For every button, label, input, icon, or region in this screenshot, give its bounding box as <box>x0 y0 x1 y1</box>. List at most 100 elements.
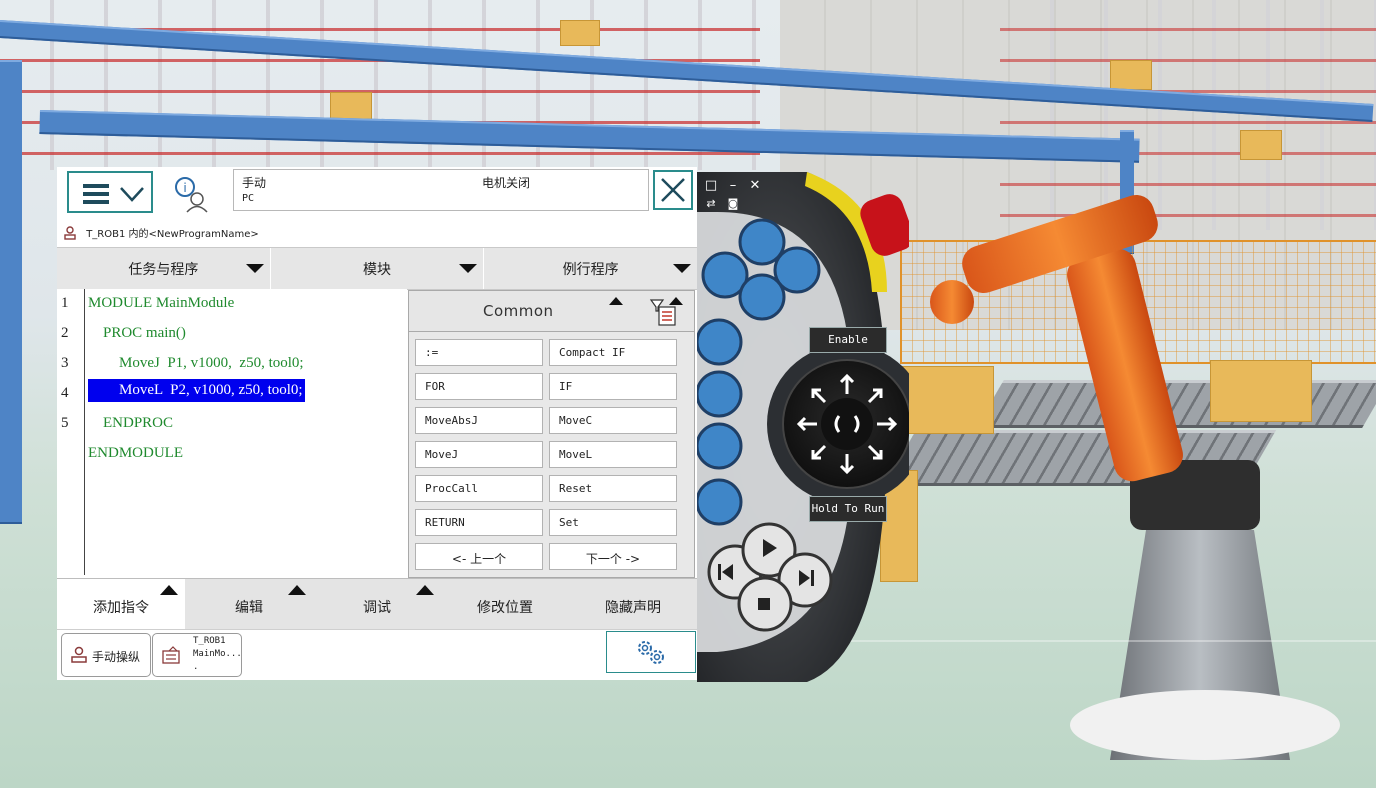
command-bar: 添加指令 编辑 调试 修改位置 隐藏声明 <box>57 578 697 629</box>
jogging-taskbar-button[interactable]: 手动操纵 <box>61 633 151 677</box>
gears-icon <box>638 641 664 664</box>
code-line[interactable]: MoveJ P1, v1000, z50, tool0; <box>119 355 304 372</box>
dropdown-arrow-icon <box>459 264 478 273</box>
instr-if-button[interactable]: IF <box>549 373 677 400</box>
code-line[interactable]: ENDPROC <box>103 415 173 432</box>
event-log-icon[interactable]: i <box>173 175 211 213</box>
line-number: 5 <box>61 415 69 431</box>
collapse-arrow-icon[interactable] <box>609 297 623 305</box>
program-editor-icon <box>162 646 180 664</box>
cargo-box <box>1110 60 1152 90</box>
pendant-motion-mode-button[interactable] <box>700 374 744 418</box>
instruction-category: Common <box>483 302 554 320</box>
step-forward-icon <box>799 570 814 586</box>
robot-base-disc <box>1070 690 1340 760</box>
stop-button[interactable] <box>742 582 786 626</box>
instruction-panel: Common := Compact IF FOR IF MoveAbsJ Mov… <box>408 290 695 578</box>
command-label: 添加指令 <box>93 600 149 616</box>
hold-to-run-button[interactable]: Hold To Run <box>809 496 887 522</box>
instr-return-button[interactable]: RETURN <box>415 509 543 536</box>
code-line[interactable]: ENDMODULE <box>88 445 183 462</box>
add-instruction-button[interactable]: 添加指令 <box>57 579 185 629</box>
pendant-programmable-key-1[interactable] <box>743 225 783 265</box>
instr-movel-button[interactable]: MoveL <box>549 441 677 468</box>
line-number: 3 <box>61 355 69 371</box>
step-forward-button[interactable] <box>784 556 828 600</box>
joystick-arrows-icon <box>796 373 898 475</box>
camera-icon[interactable]: ◙ <box>725 196 741 211</box>
edit-button[interactable]: 编辑 <box>185 579 313 629</box>
jogging-label: 手动操纵 <box>92 650 141 664</box>
instruction-list-icon[interactable] <box>649 297 679 327</box>
cargo-box <box>1210 360 1312 422</box>
code-line-selected[interactable]: MoveL P2, v1000, z50, tool0; <box>88 379 305 402</box>
popup-arrow-icon <box>160 585 178 595</box>
tab-tasks-and-programs[interactable]: 任务与程序 <box>57 248 271 289</box>
instr-set-button[interactable]: Set <box>549 509 677 536</box>
pendant-mechanical-unit-button[interactable] <box>700 322 744 366</box>
task-name: T_ROB1 <box>193 636 226 646</box>
pendant-programmable-key-2[interactable] <box>706 255 746 295</box>
close-icon[interactable]: ✕ <box>747 178 763 193</box>
chevron-down-icon <box>120 187 144 202</box>
close-button[interactable] <box>653 170 693 210</box>
editor-tabs: 任务与程序 模块 例行程序 <box>57 247 697 290</box>
jogging-icon <box>71 646 87 663</box>
previous-page-button[interactable]: <- 上一个 <box>415 543 543 570</box>
flexpendant-window: i 手动 PC 电机关闭 T_ROB1 内的<NewProgramName> 任… <box>57 167 697 680</box>
pendant-programmable-key-4[interactable] <box>743 278 783 318</box>
instr-proccall-button[interactable]: ProcCall <box>415 475 543 502</box>
step-backward-icon <box>718 564 733 580</box>
instruction-panel-header[interactable]: Common <box>409 291 694 332</box>
pendant-toggle-button[interactable] <box>700 482 744 526</box>
quickset-button[interactable] <box>606 631 696 673</box>
dropdown-arrow-icon <box>245 264 264 273</box>
breadcrumb: T_ROB1 内的<NewProgramName> <box>63 225 259 240</box>
instr-movej-button[interactable]: MoveJ <box>415 441 543 468</box>
cargo-box <box>902 366 994 434</box>
swap-icon[interactable]: ⇄ <box>703 196 719 211</box>
operating-mode: 手动 <box>242 176 267 190</box>
tab-label: 模块 <box>363 261 391 278</box>
instr-assign-button[interactable]: := <box>415 339 543 366</box>
hide-declarations-button[interactable]: 隐藏声明 <box>569 579 697 629</box>
joystick[interactable] <box>783 360 911 488</box>
line-number: 2 <box>61 325 69 341</box>
enable-button[interactable]: Enable <box>809 327 887 353</box>
taskbar: 手动操纵 T_ROB1 MainMo... . <box>57 629 697 680</box>
tab-routines[interactable]: 例行程序 <box>484 248 697 289</box>
code-line[interactable]: PROC main() <box>103 325 186 342</box>
program-editor-taskbar-button[interactable]: T_ROB1 MainMo... . <box>152 633 242 677</box>
status-bar: 手动 PC 电机关闭 <box>233 169 649 211</box>
pendant-increment-button[interactable] <box>700 426 744 470</box>
svg-text:i: i <box>183 181 186 195</box>
cargo-box <box>1240 130 1282 160</box>
popup-arrow-icon <box>416 585 434 595</box>
breadcrumb-label: T_ROB1 内的<NewProgramName> <box>86 229 259 240</box>
maximize-icon[interactable]: □ <box>703 178 719 193</box>
blue-post <box>0 60 22 524</box>
cargo-box <box>560 20 600 46</box>
robot-task-icon <box>64 226 76 240</box>
next-page-button[interactable]: 下一个 -> <box>549 543 677 570</box>
instr-movec-button[interactable]: MoveC <box>549 407 677 434</box>
modify-position-button[interactable]: 修改位置 <box>441 579 569 629</box>
controller-source: PC <box>242 193 255 204</box>
instr-compact-if-button[interactable]: Compact IF <box>549 339 677 366</box>
minimize-icon[interactable]: – <box>725 178 741 193</box>
pendant-programmable-key-3[interactable] <box>778 250 818 290</box>
line-number: 4 <box>61 385 69 401</box>
debug-button[interactable]: 调试 <box>313 579 441 629</box>
instr-reset-button[interactable]: Reset <box>549 475 677 502</box>
code-line[interactable]: MODULE MainModule <box>88 295 234 312</box>
instr-for-button[interactable]: FOR <box>415 373 543 400</box>
close-icon <box>661 178 685 202</box>
stop-icon <box>758 598 770 610</box>
pendant-window-controls: □ – ✕ ⇄ ◙ <box>701 176 771 210</box>
task-extra: . <box>193 662 199 672</box>
line-number-gutter: 1 2 3 4 5 <box>57 289 85 575</box>
tab-modules[interactable]: 模块 <box>271 248 485 289</box>
code-editor[interactable]: 1 2 3 4 5 MODULE MainModule PROC main() … <box>57 289 407 577</box>
instr-moveabsj-button[interactable]: MoveAbsJ <box>415 407 543 434</box>
main-menu-button[interactable] <box>67 171 153 213</box>
